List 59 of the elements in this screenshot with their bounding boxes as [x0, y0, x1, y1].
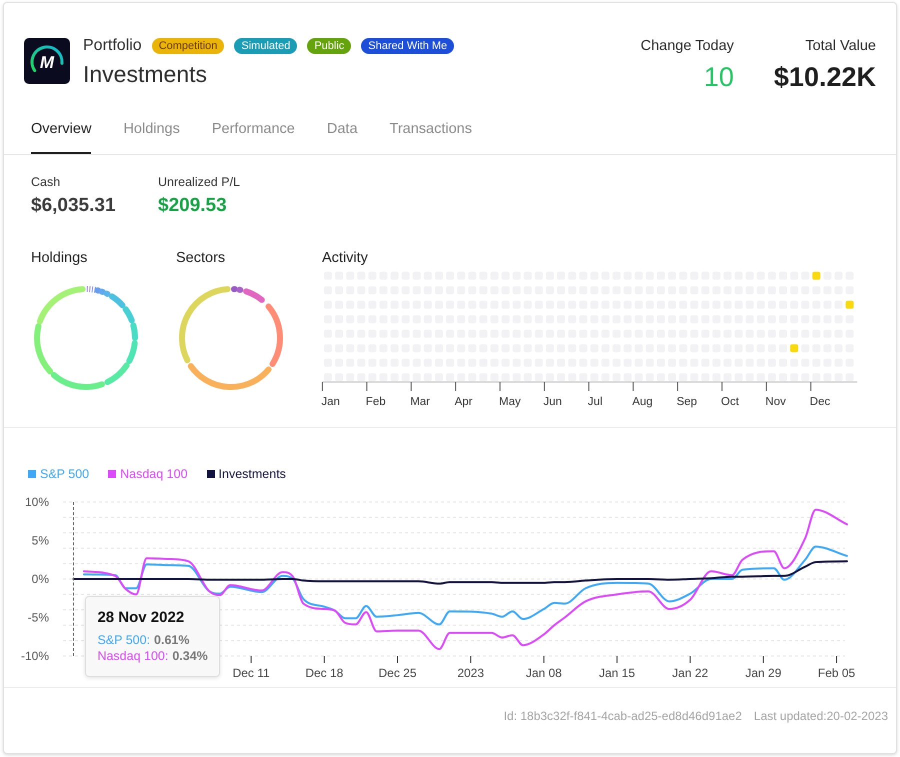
widget-title: Holdings [31, 249, 88, 267]
axis-label: 0% [32, 572, 49, 586]
stat-label: Total Value [805, 37, 876, 55]
tooltip-value: 0.34% [172, 648, 208, 664]
metric-value: $6,035.31 [31, 194, 116, 217]
month-label: Jul [588, 396, 602, 408]
month-label: Dec [810, 396, 830, 408]
axis-label: Dec 25 [378, 666, 417, 680]
axis-label: Jan 08 [526, 666, 562, 680]
portfolio-title: Investments [83, 60, 207, 88]
tooltip-value: 0.61% [154, 632, 190, 648]
metric-label: Cash [31, 175, 60, 190]
month-label: Jun [543, 396, 562, 408]
last-updated: Last updated:20-02-2023 [754, 709, 888, 724]
axis-label: Dec 18 [305, 666, 344, 680]
portfolio-subtitle: Portfolio [83, 37, 142, 55]
metric-value: $209.53 [158, 194, 227, 217]
tab[interactable]: Performance [212, 120, 295, 154]
axis-label: Jan 15 [599, 666, 636, 680]
month-label: Feb [366, 396, 386, 408]
widget-title: Activity [322, 249, 368, 267]
month-label: Nov [765, 396, 786, 408]
axis-label: 5% [32, 534, 49, 548]
month-label: Aug [632, 396, 653, 408]
tab[interactable]: Data [326, 120, 358, 154]
axis-label: Jan 22 [672, 666, 708, 680]
tag: Simulated [234, 38, 298, 54]
month-label: Apr [454, 396, 472, 408]
stat-label: Change Today [640, 37, 734, 55]
legend-label: Nasdaq 100 [120, 466, 188, 482]
axis-label: Jan 29 [745, 666, 782, 680]
month-label: Oct [721, 396, 739, 408]
axis-label: Feb 05 [818, 666, 856, 680]
stat-value: 10 [704, 61, 734, 93]
stat-value: $10.22K [774, 61, 876, 93]
axis-label: -10% [20, 649, 49, 663]
month-label: Mar [410, 396, 430, 408]
tab[interactable]: Holdings [123, 120, 180, 154]
tooltip-series-label: Nasdaq 100: [97, 648, 168, 664]
widget-title: Sectors [176, 249, 226, 267]
axis-label: -5% [28, 610, 49, 624]
month-label: Sep [676, 396, 698, 408]
tab[interactable]: Transactions [390, 120, 472, 154]
portfolio-logo: M [24, 38, 70, 84]
month-label: May [499, 396, 521, 408]
tag: Competition [152, 38, 224, 54]
tooltip-series-label: S&P 500: [97, 632, 150, 648]
metric-label: Unrealized P/L [158, 175, 240, 190]
axis-label: 10% [24, 495, 49, 509]
tooltip-date: 28 Nov 2022 [97, 609, 184, 627]
axis-label: 2023 [457, 666, 484, 680]
legend-label: Investments [218, 466, 286, 482]
portfolio-id: Id: 18b3c32f-f841-4cab-ad25-ed8d46d91ae2 [504, 709, 742, 724]
axis-label: Dec 11 [232, 666, 270, 680]
tag: Shared With Me [361, 38, 454, 54]
tab[interactable]: Overview [31, 120, 92, 154]
month-label: Jan [321, 396, 340, 408]
legend-label: S&P 500 [40, 466, 90, 482]
tag: Public [307, 38, 352, 54]
